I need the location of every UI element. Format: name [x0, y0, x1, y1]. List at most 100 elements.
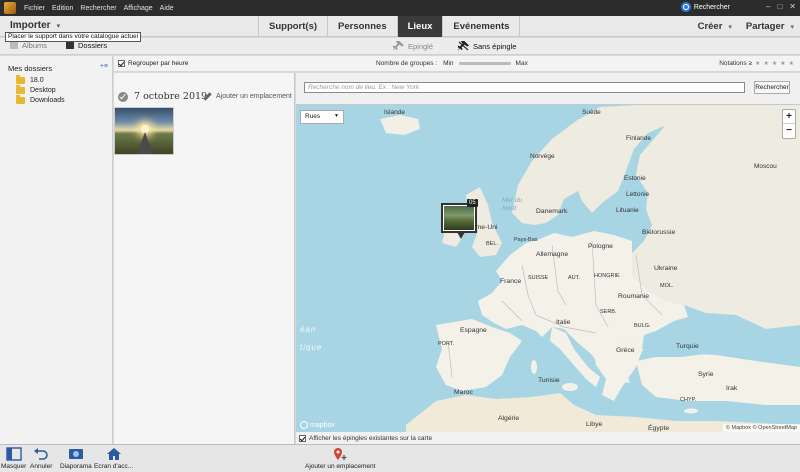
map-label-germany: Allemagne: [536, 251, 569, 258]
menu-help[interactable]: Aide: [160, 5, 174, 12]
global-search-label: Rechercher: [693, 3, 730, 11]
global-search-button[interactable]: Rechercher: [680, 2, 730, 12]
unpinned-label: Sans épingle: [473, 41, 517, 51]
folder-item[interactable]: 18.0: [16, 75, 44, 84]
star-icon[interactable]: ★: [772, 60, 777, 67]
unpinned-filter[interactable]: Sans épingle: [458, 41, 516, 51]
map-label-denmark: Danemark: [536, 208, 568, 215]
map-layer-select[interactable]: Rues ▼: [300, 110, 344, 124]
maximize-icon[interactable]: □: [777, 2, 782, 11]
folder-icon: [16, 75, 25, 84]
map-label-hungary: HONGRIE: [594, 273, 620, 279]
pin-thumbnail: [444, 206, 474, 230]
app-logo-icon: [4, 2, 16, 14]
menu-search[interactable]: Rechercher: [80, 5, 116, 12]
map-label-ocean-1: éan: [300, 325, 317, 334]
folder-icon: [16, 95, 25, 104]
star-icon[interactable]: ★: [780, 60, 785, 67]
folder-label: 18.0: [30, 77, 44, 84]
my-folders-heading: Mes dossiers: [8, 64, 53, 73]
add-location-link[interactable]: Ajouter un emplacement: [203, 92, 292, 101]
map-label-latvia: Lettonie: [626, 191, 650, 198]
map-attribution[interactable]: © Mapbox © OpenStreetMap: [722, 424, 800, 432]
show-existing-pins-checkbox[interactable]: Afficher les épingles existantes sur la …: [296, 432, 800, 444]
zoom-in-button[interactable]: +: [783, 110, 795, 124]
slideshow-button[interactable]: Diaporama: [60, 447, 92, 470]
folders-toggle[interactable]: Dossiers: [66, 41, 107, 50]
group-count-label: Nombre de groupes :: [376, 60, 438, 67]
group-by-hour-checkbox[interactable]: Regrouper par heure: [118, 60, 188, 67]
folders-label: Dossiers: [78, 41, 108, 50]
checkbox-checked-icon: [299, 434, 306, 442]
add-location-label: Ajouter un emplacement: [216, 93, 292, 100]
pin-icon: [393, 41, 404, 51]
pinned-filter[interactable]: Epinglé: [393, 41, 433, 51]
import-label: Importer: [10, 20, 51, 31]
close-icon[interactable]: ✕: [789, 2, 796, 11]
folders-icon: [66, 42, 74, 49]
map-label-austria: AUT.: [568, 275, 580, 281]
create-label: Créer: [697, 21, 723, 32]
tab-people[interactable]: Personnes: [327, 16, 397, 37]
pin-count-badge: 05: [467, 199, 478, 207]
map-label-algeria: Algérie: [498, 415, 520, 422]
minimize-icon[interactable]: ‒: [766, 2, 770, 11]
star-icon[interactable]: ★: [789, 60, 794, 67]
group-by-hour-label: Regrouper par heure: [128, 60, 189, 67]
map-label-ocean-2: tique: [300, 343, 323, 352]
home-icon: [106, 448, 121, 460]
hide-panel-button[interactable]: Masquer: [1, 447, 26, 470]
folders-sidebar: Mes dossiers +≡ 18.0 Desktop Downloads: [0, 56, 113, 444]
home-screen-label: Ecran d'acc...: [94, 463, 134, 470]
undo-icon: [34, 448, 48, 460]
home-screen-button[interactable]: Ecran d'acc...: [94, 447, 133, 470]
menu-view[interactable]: Affichage: [124, 5, 153, 12]
map-label-italy: Italie: [556, 319, 571, 326]
thumbnail-road: [137, 132, 153, 154]
map-view[interactable]: Islande Suède Finlande Norvège Estonie L…: [296, 104, 800, 432]
map-label-romania: Roumanie: [618, 293, 649, 300]
map-label-france: France: [500, 278, 522, 285]
albums-toggle[interactable]: Albums: [10, 41, 47, 50]
photo-pin-marker[interactable]: 05: [441, 199, 478, 239]
tab-places[interactable]: Lieux: [396, 16, 443, 37]
menu-file[interactable]: Fichier: [24, 5, 45, 12]
add-location-button[interactable]: Ajouter un emplacement: [305, 447, 375, 470]
pencil-icon: [203, 92, 212, 101]
view-tabs: Support(s) Personnes Lieux Evénements: [258, 16, 521, 37]
search-icon: [680, 2, 691, 12]
add-location-label: Ajouter un emplacement: [305, 463, 376, 470]
tab-events[interactable]: Evénements: [442, 16, 521, 37]
zoom-out-button[interactable]: −: [783, 124, 795, 138]
location-search-button[interactable]: Rechercher: [754, 81, 790, 94]
map-label-cyprus: CHYP.: [680, 397, 697, 403]
group-count-slider[interactable]: [458, 62, 511, 65]
import-button[interactable]: Importer ▾: [10, 20, 60, 31]
folder-options-icon[interactable]: +≡: [100, 63, 108, 70]
share-label: Partager: [745, 21, 785, 32]
folder-item[interactable]: Downloads: [16, 95, 65, 104]
select-group-icon[interactable]: [118, 91, 128, 102]
star-icon[interactable]: ★: [763, 60, 768, 67]
create-button[interactable]: Créer ▾: [698, 21, 732, 32]
folder-item[interactable]: Desktop: [16, 85, 56, 94]
import-tooltip: Placer le support dans votre catalogue a…: [5, 32, 142, 42]
bottom-toolbar: Masquer Annuler Diaporama Ecran d'acc...…: [0, 444, 800, 472]
location-search-input[interactable]: [304, 82, 745, 93]
menu-edit[interactable]: Edition: [52, 5, 73, 12]
share-button[interactable]: Partager ▾: [746, 21, 794, 32]
map-label-iraq: Irak: [726, 385, 738, 392]
folder-icon: [16, 85, 25, 94]
photo-thumbnail[interactable]: [114, 107, 174, 155]
map-label-belarus: Biélorussie: [642, 229, 676, 236]
zoom-control: + −: [782, 109, 796, 139]
slider-max-label: Max: [515, 60, 528, 67]
star-icon[interactable]: ★: [755, 60, 760, 67]
albums-label: Albums: [22, 41, 48, 50]
header-actions: Créer ▾ Partager ▾: [684, 16, 794, 37]
tab-media[interactable]: Support(s): [258, 16, 327, 37]
map-label-portugal: PORT.: [438, 341, 455, 347]
undo-button[interactable]: Annuler: [30, 447, 52, 470]
map-label-tunisia: Tunisie: [538, 377, 560, 384]
options-row: Regrouper par heure Nombre de groupes : …: [114, 56, 800, 72]
